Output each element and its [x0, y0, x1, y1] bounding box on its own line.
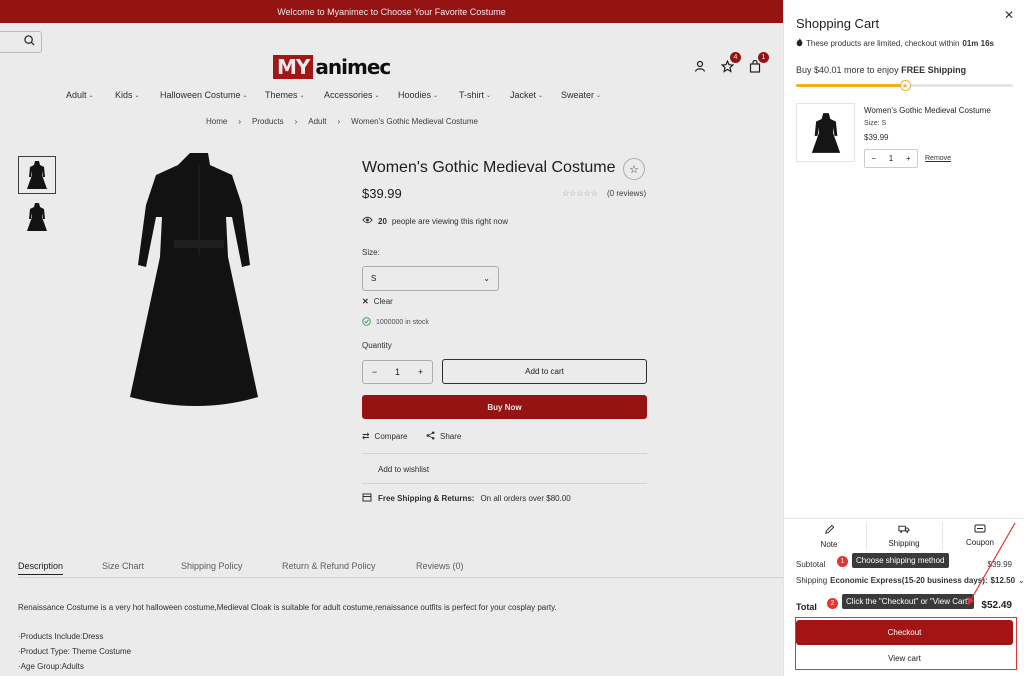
- divider: [784, 518, 1024, 519]
- fire-icon: [796, 38, 803, 49]
- shipping-row-label: Shipping: [796, 576, 828, 585]
- page-overlay[interactable]: [0, 0, 783, 676]
- cart-item-price: $39.99: [864, 133, 889, 142]
- buy-more-text: Buy $40.01 more to enjoy: [796, 65, 899, 75]
- progress-fill: [796, 84, 905, 87]
- chevron-down-icon: ⌄: [1018, 576, 1024, 585]
- shipping-method: Economic Express(15-20 business days):: [830, 576, 988, 585]
- annotation-arrow: [967, 522, 1016, 606]
- coupon-label: Coupon: [965, 538, 995, 547]
- cart-drawer: Shopping Cart ✕ These products are limit…: [783, 0, 1024, 676]
- total-value: $52.49: [981, 600, 1012, 611]
- annotation-highlight-box: [795, 617, 1017, 670]
- cart-item-quantity-stepper: − 1 +: [864, 149, 918, 168]
- shipping-cost: $12.50: [990, 576, 1016, 585]
- divider: [866, 522, 867, 550]
- annotation-number-1: 1: [837, 556, 848, 567]
- quantity-decrease-button[interactable]: −: [871, 154, 876, 163]
- note-label: Note: [820, 540, 838, 549]
- cart-item-name[interactable]: Women's Gothic Medieval Costume: [864, 106, 991, 115]
- annotation-number-2: 2: [827, 598, 838, 609]
- shipping-label: Shipping: [888, 539, 920, 548]
- shipping-method-select[interactable]: Shipping Economic Express(15-20 business…: [796, 576, 1024, 585]
- free-shipping-progress-text: Buy $40.01 more to enjoy FREE Shipping: [796, 65, 966, 75]
- cart-item-image[interactable]: [796, 103, 855, 162]
- cart-title: Shopping Cart: [796, 16, 880, 31]
- limited-notice: These products are limited, checkout wit…: [796, 38, 994, 49]
- coupon-button[interactable]: Coupon: [945, 524, 1015, 547]
- subtotal-label: Subtotal: [796, 560, 826, 569]
- limited-text: These products are limited, checkout wit…: [806, 39, 960, 48]
- divider: [942, 522, 943, 550]
- star-icon: ★: [899, 80, 911, 91]
- remove-item-link[interactable]: Remove: [925, 155, 951, 162]
- quantity-value[interactable]: 1: [889, 154, 893, 163]
- annotation-tooltip-2: Click the "Checkout" or "View Cart": [842, 594, 975, 609]
- close-icon[interactable]: ✕: [1004, 8, 1014, 22]
- note-button[interactable]: Note: [794, 524, 864, 549]
- countdown-timer: 01m 16s: [962, 39, 994, 48]
- total-label: Total: [796, 602, 817, 612]
- pencil-icon: [824, 524, 835, 537]
- annotation-tooltip-1: Choose shipping method: [852, 553, 949, 568]
- coupon-icon: [974, 524, 986, 535]
- truck-icon: [898, 524, 910, 536]
- shipping-button[interactable]: Shipping: [869, 524, 939, 548]
- free-shipping-highlight: FREE Shipping: [901, 65, 967, 75]
- quantity-increase-button[interactable]: +: [906, 154, 911, 163]
- cart-item-size: Size: S: [864, 120, 887, 127]
- subtotal-value: $39.99: [987, 560, 1012, 569]
